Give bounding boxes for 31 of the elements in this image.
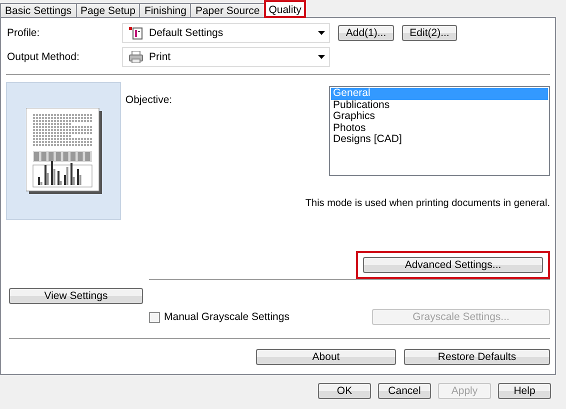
dropdown-value: Print <box>149 51 172 63</box>
dialog-button[interactable]: OK <box>318 383 371 399</box>
dropdown-caret-icon <box>318 31 325 35</box>
field-label: Profile: <box>7 27 41 39</box>
dialog-button[interactable]: Help <box>498 383 551 399</box>
field-label: Objective: <box>125 94 172 108</box>
manual-grayscale-checkbox[interactable]: Manual Grayscale Settings <box>149 311 290 323</box>
profile-button[interactable]: Add(1)... <box>338 25 394 41</box>
dropdown-caret-icon <box>318 55 325 59</box>
list-item[interactable]: Photos <box>331 122 548 134</box>
advanced-settings-button[interactable]: Advanced Settings... <box>363 257 543 273</box>
list-item[interactable]: Graphics <box>331 111 548 122</box>
view-settings-button[interactable]: View Settings <box>9 288 143 304</box>
dialog-button[interactable]: Cancel <box>378 383 431 399</box>
tab[interactable]: Paper Source <box>190 3 265 18</box>
tab[interactable]: Quality <box>264 0 306 18</box>
panel-button[interactable]: Restore Defaults <box>404 349 550 365</box>
profile-button[interactable]: Edit(2)... <box>402 25 457 41</box>
objective-list[interactable]: General Publications Graphics Photos Designs [CAD] <box>329 86 550 176</box>
field-label: Output Method: <box>7 51 80 63</box>
tab[interactable]: Finishing <box>139 3 192 18</box>
profile-dropdown[interactable]: Default Settings <box>122 23 330 43</box>
output-method-dropdown[interactable]: Print <box>122 47 330 67</box>
tab[interactable]: Page Setup <box>76 3 140 18</box>
printer-icon <box>129 51 143 63</box>
tab[interactable]: Basic Settings <box>0 3 77 18</box>
dropdown-value: Default Settings <box>149 27 224 39</box>
description-text: This mode is used when printing documents in general. <box>305 198 550 209</box>
panel-button[interactable]: About <box>256 349 396 365</box>
list-item[interactable]: Publications <box>331 100 548 111</box>
list-item[interactable]: Designs [CAD] <box>331 134 548 146</box>
